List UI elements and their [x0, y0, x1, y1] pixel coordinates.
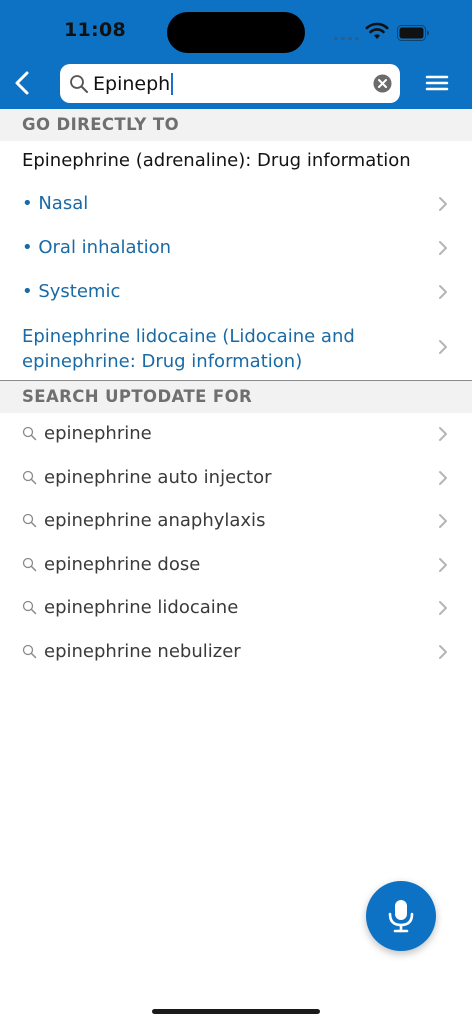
suggestion-item[interactable]: epinephrine lidocaine	[0, 587, 472, 631]
route-item-oral-inhalation[interactable]: • Oral inhalation	[0, 226, 472, 270]
chevron-right-icon	[439, 241, 447, 255]
route-item-nasal[interactable]: • Nasal	[0, 182, 472, 226]
related-drug-row[interactable]: Epinephrine lidocaine (Lidocaine and epi…	[0, 314, 472, 380]
microphone-icon	[388, 900, 414, 933]
status-bar: 11:08	[0, 0, 472, 60]
chevron-right-icon	[439, 471, 447, 485]
section-title: GO DIRECTLY TO	[22, 115, 180, 134]
search-icon	[22, 426, 37, 441]
wifi-icon	[365, 22, 389, 39]
suggestion-label: epinephrine dose	[44, 554, 201, 575]
status-time: 11:08	[64, 19, 126, 41]
search-input[interactable]: Epineph	[93, 72, 174, 96]
chevron-right-icon	[439, 197, 447, 211]
search-icon	[22, 600, 37, 615]
section-title: SEARCH UPTODATE FOR	[22, 387, 253, 406]
section-header-go-directly: GO DIRECTLY TO	[0, 109, 472, 141]
search-field[interactable]: Epineph	[60, 64, 400, 103]
suggestion-item[interactable]: epinephrine dose	[0, 544, 472, 588]
suggestion-item[interactable]: epinephrine	[0, 413, 472, 457]
drug-info-title-row[interactable]: Epinephrine (adrenaline): Drug informati…	[0, 141, 472, 181]
chevron-right-icon	[439, 427, 447, 441]
home-indicator[interactable]	[152, 1009, 320, 1014]
drug-info-title: Epinephrine (adrenaline): Drug informati…	[22, 150, 411, 171]
suggestion-label: epinephrine nebulizer	[44, 641, 241, 662]
battery-icon	[397, 25, 429, 41]
route-label: • Nasal	[22, 193, 89, 214]
suggestion-item[interactable]: epinephrine auto injector	[0, 457, 472, 501]
route-label: • Systemic	[22, 281, 121, 302]
chevron-right-icon	[439, 558, 447, 572]
suggestion-label: epinephrine anaphylaxis	[44, 510, 266, 531]
section-header-search-for: SEARCH UPTODATE FOR	[0, 381, 472, 413]
chevron-right-icon	[439, 340, 447, 354]
chevron-right-icon	[439, 514, 447, 528]
search-icon	[22, 470, 37, 485]
chevron-right-icon	[439, 601, 447, 615]
cellular-signal-icon	[334, 34, 362, 40]
dynamic-island	[167, 12, 305, 53]
suggestion-item[interactable]: epinephrine anaphylaxis	[0, 500, 472, 544]
route-label: • Oral inhalation	[22, 237, 172, 258]
suggestion-label: epinephrine lidocaine	[44, 597, 239, 618]
suggestion-item[interactable]: epinephrine nebulizer	[0, 631, 472, 675]
related-drug-line-1: Epinephrine lidocaine (Lidocaine and	[22, 326, 355, 347]
suggestion-label: epinephrine auto injector	[44, 467, 272, 488]
app-header: 11:08 Epineph	[0, 0, 472, 109]
search-icon	[22, 513, 37, 528]
clear-search-icon[interactable]	[373, 74, 392, 93]
chevron-right-icon	[439, 285, 447, 299]
related-drug-line-2: epinephrine: Drug information)	[22, 351, 303, 372]
voice-search-button[interactable]	[366, 881, 436, 951]
route-item-systemic[interactable]: • Systemic	[0, 270, 472, 314]
search-icon	[70, 75, 88, 93]
chevron-right-icon	[439, 645, 447, 659]
back-chevron-icon[interactable]	[6, 66, 40, 100]
search-icon	[22, 644, 37, 659]
search-icon	[22, 557, 37, 572]
menu-icon[interactable]	[422, 67, 452, 99]
related-drug-label: Epinephrine lidocaine (Lidocaine and epi…	[22, 324, 355, 374]
suggestion-label: epinephrine	[44, 423, 152, 444]
